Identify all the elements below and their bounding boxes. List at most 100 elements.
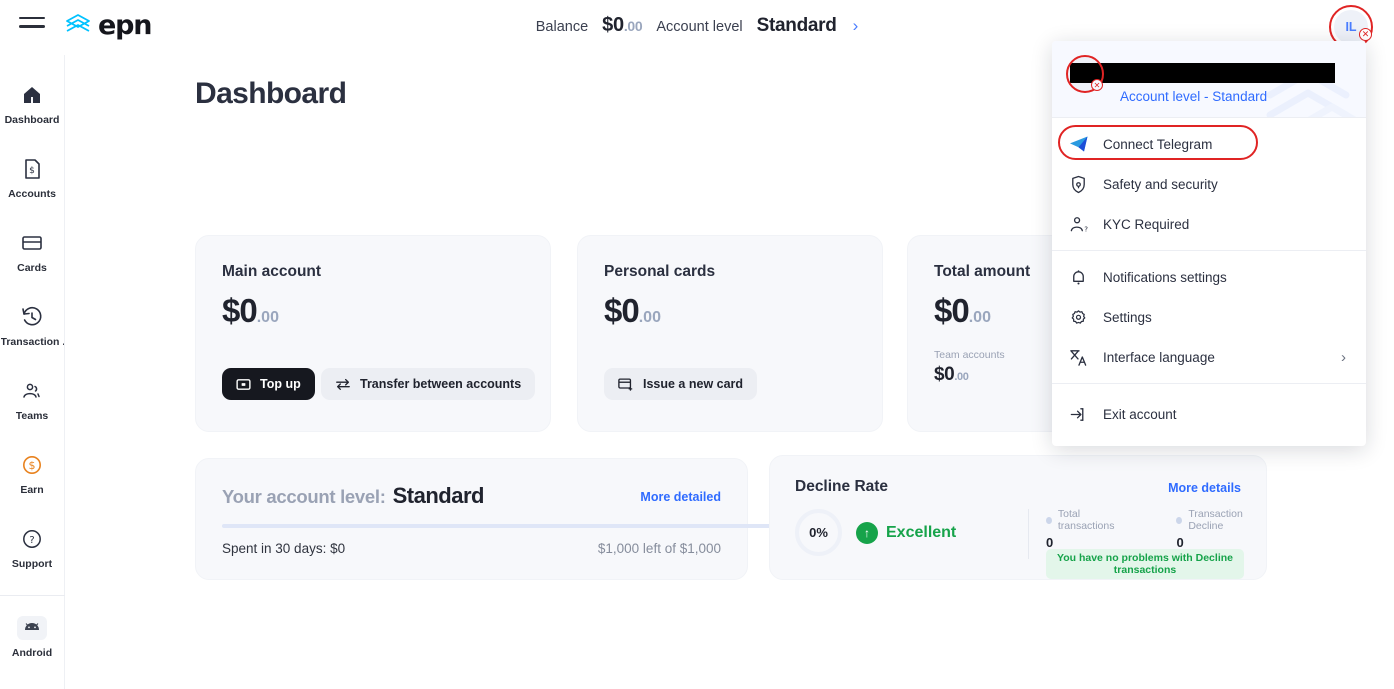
menu-item-notifications-settings[interactable]: Notifications settings [1052,257,1366,297]
translate-icon [1068,347,1089,368]
total-amount-value: $0.00 [934,292,991,329]
dropdown-group-account: Connect Telegram Safety and security ? K… [1052,118,1366,250]
decline-card-divider [1028,509,1029,559]
sidebar-item-earn[interactable]: $ Earn [0,437,65,511]
svg-text:$: $ [29,459,36,472]
legend-value: 0 [1176,535,1184,550]
telegram-icon [1068,134,1089,155]
menu-item-safety-and-security[interactable]: Safety and security [1052,164,1366,204]
dropdown-header: Account level - Standard ✕ [1052,41,1366,117]
svg-text:?: ? [1084,224,1088,233]
limit-left-text: $1,000 left of $1,000 [597,541,721,556]
sidebar-item-android[interactable]: Android [0,600,65,674]
avatar[interactable]: IL [1334,10,1368,44]
sidebar-item-teams[interactable]: Teams [0,363,65,437]
account-dropdown-menu: Account level - Standard ✕ Connect Teleg… [1052,41,1366,446]
menu-item-label: Safety and security [1103,176,1218,192]
app-root: epn Balance $0.00 Account level Standard… [0,0,1394,689]
top-up-button[interactable]: Top up [222,368,315,400]
gear-icon [1068,307,1089,328]
transfer-arrows-icon [336,378,350,390]
account-level-prefix: Your account level: [222,486,386,507]
decline-status-banner: You have no problems with Decline transa… [1046,549,1244,579]
top-up-label: Top up [260,377,301,391]
transfer-between-accounts-button[interactable]: Transfer between accounts [321,368,536,400]
account-level-value: Standard [756,15,837,36]
sidebar-item-accounts[interactable]: $ Accounts [0,141,65,215]
logout-icon [1068,404,1089,425]
sidebar-divider [0,595,65,596]
arrow-up-circle-icon: ↑ [856,521,878,544]
chevron-right-icon[interactable]: › [853,16,859,36]
more-details-link[interactable]: More details [1168,481,1241,495]
android-glyph-icon [25,622,39,630]
coin-dollar-icon: $ [23,455,41,474]
spend-progress-bar [222,524,773,528]
personal-cards-amount: $0.00 [604,292,661,329]
sidebar-item-cards[interactable]: Cards [0,215,65,289]
menu-item-label: Notifications settings [1103,269,1227,285]
account-level-card: Your account level: Standard More detail… [195,458,773,580]
balance-label: Balance [535,19,589,35]
document-dollar-icon: $ [25,158,40,179]
decline-rate-summary: 0% ↑ Excellent [795,509,956,556]
sidebar-item-support[interactable]: ? Support [0,511,65,585]
more-detailed-link[interactable]: More detailed [640,490,721,504]
decline-rate-title: Decline Rate [795,478,889,495]
sidebar-label: Earn [20,483,44,496]
decline-rate-card: Decline Rate More details 0% ↑ Excellent… [769,455,1267,580]
dropdown-group-settings: Notifications settings Settings Interfac… [1052,251,1366,383]
main-account-title: Main account [222,263,322,280]
menu-item-interface-language[interactable]: Interface language › [1052,337,1366,377]
legend-dot-icon [1176,516,1183,524]
account-level-value-text: Standard [392,483,485,508]
transfer-label: Transfer between accounts [360,377,522,391]
svg-text:$: $ [29,166,35,176]
legend-label: Total transactions [1057,508,1115,532]
question-circle-icon: ? [23,529,41,548]
wallet-icon [236,378,251,390]
sidebar-label: Transaction ... [0,335,64,348]
legend-item: Transaction Decline 0 [1176,508,1266,550]
personal-cards-title: Personal cards [604,263,716,280]
main-account-amount: $0.00 [222,292,279,329]
account-level-label: Account level [656,19,743,35]
dropdown-group-session: Exit account [1052,384,1366,446]
menu-item-exit-account[interactable]: Exit account [1052,394,1366,434]
sidebar-label: Accounts [8,187,56,200]
card-plus-icon [618,378,633,391]
balance-cents: .00 [623,18,643,34]
decline-status: ↑ Excellent [856,521,957,544]
android-icon [17,615,47,640]
issue-card-label: Issue a new card [643,377,744,391]
teams-icon [23,383,40,398]
legend-item: Total transactions 0 [1046,508,1126,550]
menu-item-kyc-required[interactable]: ? KYC Required [1052,204,1366,244]
chevron-right-icon: › [1341,348,1346,366]
sidebar-label: Android [11,646,53,659]
menu-item-settings[interactable]: Settings [1052,297,1366,337]
legend-value: 0 [1046,535,1054,550]
dropdown-account-level[interactable]: Account level - Standard [1120,89,1267,104]
home-icon [24,86,40,103]
user-question-icon: ? [1068,214,1089,235]
decline-status-label: Excellent [886,523,957,541]
spent-in-30-days-text: Spent in 30 days: $0 [222,541,346,556]
issue-new-card-button[interactable]: Issue a new card [604,368,758,400]
team-accounts-label: Team accounts [934,349,1005,361]
sidebar-item-dashboard[interactable]: Dashboard [0,67,65,141]
menu-item-label: KYC Required [1103,216,1190,232]
menu-item-label: Settings [1103,309,1152,325]
history-clock-icon [22,306,42,326]
sidebar-item-transaction-history[interactable]: Transaction ... [0,289,65,363]
sidebar-label: Cards [17,261,47,274]
sidebar-label: Dashboard [4,113,60,126]
bell-icon [1068,267,1089,288]
menu-item-label: Connect Telegram [1103,136,1213,152]
menu-item-connect-telegram[interactable]: Connect Telegram [1052,124,1366,164]
svg-text:?: ? [29,535,34,546]
sidebar-label: Support [11,557,53,570]
balance-block: Balance $0.00 Account level Standard › [0,14,1394,37]
sidebar: Dashboard $ Accounts Cards Transaction .… [0,55,65,689]
card-icon [22,235,42,250]
